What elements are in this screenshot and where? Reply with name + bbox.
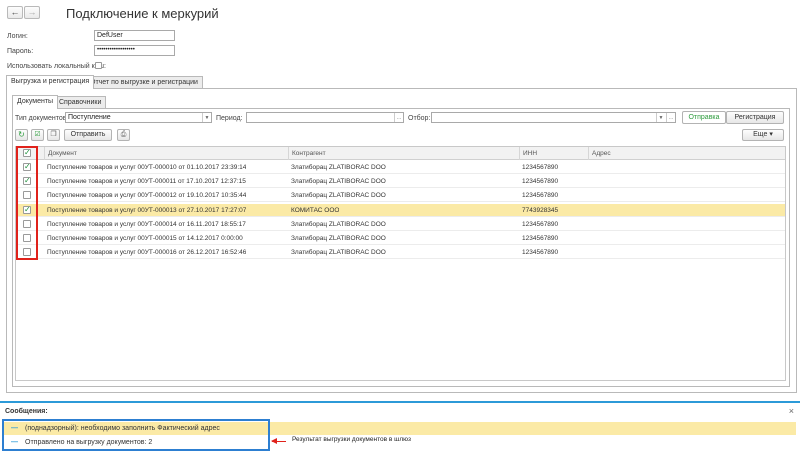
password-label: Пароль: <box>7 48 34 55</box>
annotation-text: Результат выгрузки документов в шлюз <box>292 436 411 443</box>
period-field[interactable]: … <box>246 112 404 123</box>
cell-partner: Златиборац ZLATIBORAC DOO <box>291 220 386 228</box>
cell-partner: Златиборац ZLATIBORAC DOO <box>291 192 386 200</box>
table-header: ✓ Документ Контрагент ИНН Адрес <box>16 147 785 160</box>
copy-icon[interactable]: ❐ <box>47 129 60 141</box>
cell-inn: 7743928345 <box>522 206 559 214</box>
filter-field[interactable]: ▼ … <box>431 112 676 123</box>
close-icon[interactable]: × <box>789 406 794 416</box>
back-button[interactable]: ← <box>7 6 23 19</box>
chevron-down-icon[interactable]: ▼ <box>656 113 665 122</box>
table-row[interactable]: Поступление товаров и услуг 00УТ-000012 … <box>16 189 785 203</box>
cell-inn: 1234567890 <box>522 178 559 186</box>
tab-register[interactable]: Регистрация <box>726 111 784 124</box>
cell-address <box>588 204 591 217</box>
table-row[interactable]: Поступление товаров и услуг 00УТ-000014 … <box>16 218 785 231</box>
chevron-down-icon[interactable]: ▼ <box>202 113 211 122</box>
arrow-left-icon <box>271 438 277 444</box>
cell-address <box>588 175 591 188</box>
page-title: Подключение к меркурий <box>66 6 219 21</box>
filter-label: Отбор: <box>408 115 431 122</box>
column-header-inn[interactable]: ИНН <box>519 147 537 160</box>
ellipsis-icon[interactable]: … <box>666 113 675 122</box>
cell-partner: Златиборац ZLATIBORAC DOO <box>291 235 386 242</box>
cell-document: Поступление товаров и услуг 00УТ-000015 … <box>47 235 243 242</box>
cell-address <box>588 246 591 259</box>
column-header-document[interactable]: Документ <box>44 147 77 160</box>
cell-partner: Злати​бора​ц ZLATIBORAC DOO <box>291 164 386 171</box>
cell-document: Поступление товаров и услуг 00УТ-000014 … <box>47 220 246 228</box>
cell-document: Поступление товаров и услуг 00УТ-000013 … <box>47 206 247 214</box>
cell-inn: 1234567890 <box>522 235 559 242</box>
messages-title: Сообщения: <box>5 408 48 415</box>
tab-upload-register[interactable]: Выгрузка и регистрация <box>6 75 95 89</box>
doc-type-value: Поступление <box>68 114 111 121</box>
cell-inn: 1234567890 <box>522 220 559 228</box>
cell-address <box>588 189 591 202</box>
cell-document: Поступление товаров и услуг 00УТ-000012 … <box>47 192 247 200</box>
cell-document: Поступление товаров и услуг 00УТ-000011 … <box>47 178 246 186</box>
print-icon[interactable]: ⎙ <box>117 129 130 141</box>
cell-inn: 1234567890 <box>522 249 559 257</box>
cell-partner: Златиборац ZLATIBORAC DOO <box>291 249 386 257</box>
documents-table: ✓ Документ Контрагент ИНН Адрес ✓ Поступл… <box>15 146 786 381</box>
login-field[interactable]: DefUser <box>94 30 175 41</box>
column-header-address[interactable]: Адрес <box>588 147 611 160</box>
cell-document: Поступление товаров и услуг 00УТ-000010 … <box>47 164 247 171</box>
cell-inn: 1234567890 <box>522 164 559 171</box>
cell-address <box>588 218 591 231</box>
table-row[interactable]: ✓ Поступление товаров и услуг 00УТ-000013… <box>16 203 785 217</box>
check-all-icon[interactable]: ☑ <box>31 129 44 141</box>
tab-documents[interactable]: Документы <box>12 95 59 109</box>
cell-address <box>588 232 591 245</box>
cell-partner: Златиборац ZLATIBORAC DOO <box>291 178 386 186</box>
more-label: Еще <box>753 131 768 138</box>
cell-inn: 1234567890 <box>522 192 559 200</box>
send-button[interactable]: Отправить <box>64 129 112 141</box>
tab-send[interactable]: Отправка <box>682 111 726 124</box>
table-row[interactable]: ✓ Поступление товаров и услуг 00УТ-000010… <box>16 161 785 174</box>
ellipsis-icon[interactable]: … <box>394 113 403 122</box>
cell-document: Поступление товаров и услуг 00УТ-000016 … <box>47 249 247 257</box>
column-header-partner[interactable]: Контрагент <box>288 147 326 160</box>
doc-type-label: Тип документов: <box>15 115 69 122</box>
doc-type-select[interactable]: Поступление ▼ <box>65 112 212 123</box>
table-row[interactable]: Поступление товаров и услуг 00УТ-000015 … <box>16 232 785 245</box>
forward-button[interactable]: → <box>24 6 40 19</box>
cell-address <box>588 161 591 174</box>
message-highlight-frame <box>2 419 270 451</box>
table-row[interactable]: ✓ Поступление товаров и услуг 00УТ-000011… <box>16 175 785 189</box>
password-field[interactable]: •••••••••••••••••• <box>94 45 175 56</box>
cell-partner: КОМИТАС ООО <box>291 206 340 214</box>
period-label: Период: <box>216 115 243 122</box>
local-cache-label: Использовать локальный кэш: <box>7 63 106 70</box>
table-row[interactable]: Поступление товаров и услуг 00УТ-000016 … <box>16 246 785 260</box>
login-label: Логин: <box>7 33 28 40</box>
refresh-icon[interactable]: ↻ <box>15 129 28 141</box>
checkbox-highlight-frame <box>16 146 38 260</box>
more-button[interactable]: Еще ▾ <box>742 129 784 141</box>
local-cache-checkbox[interactable] <box>95 62 102 69</box>
chevron-down-icon: ▾ <box>769 131 773 138</box>
